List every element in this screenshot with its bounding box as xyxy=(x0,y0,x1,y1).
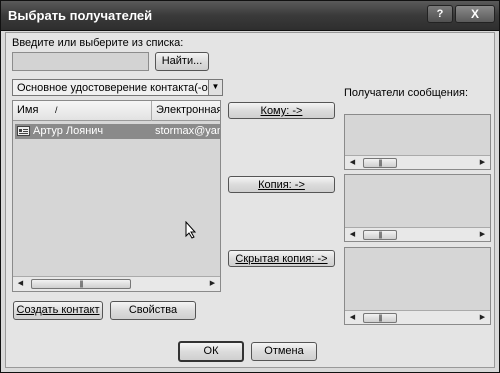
dialog-body: Введите или выберите из списка: Найти...… xyxy=(5,32,495,368)
scroll-right-icon[interactable]: ▶ xyxy=(205,277,220,291)
find-button[interactable]: Найти... xyxy=(155,52,209,71)
cancel-button[interactable]: Отмена xyxy=(251,342,317,361)
chevron-down-icon[interactable]: ▼ xyxy=(208,80,222,95)
column-name-header[interactable]: Имя / xyxy=(13,101,152,121)
column-email-header[interactable]: Электронная xyxy=(152,101,220,121)
to-recipients-box[interactable]: ◀ ||| ▶ xyxy=(344,114,491,170)
scroll-thumb[interactable]: ||| xyxy=(363,158,397,168)
bcc-hscroll[interactable]: ◀ ||| ▶ xyxy=(345,310,490,324)
help-button[interactable]: ? xyxy=(427,5,453,23)
scroll-thumb[interactable]: ||| xyxy=(363,313,397,323)
scroll-left-icon[interactable]: ◀ xyxy=(345,156,360,169)
title-bar: Выбрать получателей ? X xyxy=(1,1,499,31)
create-contact-label: Создать контакт xyxy=(16,304,100,316)
sort-indicator: / xyxy=(55,105,58,115)
scroll-left-icon[interactable]: ◀ xyxy=(13,277,28,291)
contacts-list[interactable]: Имя / Электронная Артур Лоянич stormax@y… xyxy=(12,100,221,292)
to-button-label: Кому: -> xyxy=(260,105,303,117)
properties-button[interactable]: Свойства xyxy=(110,301,196,320)
scroll-thumb[interactable]: ||| xyxy=(31,279,131,289)
scroll-left-icon[interactable]: ◀ xyxy=(345,311,360,324)
cc-hscroll[interactable]: ◀ ||| ▶ xyxy=(345,227,490,241)
contact-row[interactable]: Артур Лоянич stormax@yand xyxy=(15,124,220,139)
cc-button[interactable]: Копия: -> xyxy=(228,176,335,193)
contact-name: Артур Лоянич xyxy=(33,125,104,137)
recipients-label: Получатели сообщения: xyxy=(344,87,469,99)
create-contact-button[interactable]: Создать контакт xyxy=(13,301,103,320)
bcc-button[interactable]: Скрытая копия: -> xyxy=(228,250,335,267)
contacts-hscroll[interactable]: ◀ ||| ▶ xyxy=(13,276,220,291)
ok-button[interactable]: ОК xyxy=(178,341,244,362)
select-recipients-dialog: Выбрать получателей ? X Введите или выбе… xyxy=(0,0,500,373)
column-name-label: Имя xyxy=(17,104,39,116)
contact-card-icon xyxy=(17,126,30,136)
scroll-thumb[interactable]: ||| xyxy=(363,230,397,240)
mouse-cursor-icon xyxy=(185,220,197,242)
search-label: Введите или выберите из списка: xyxy=(12,37,184,49)
address-book-selected: Основное удостоверение контакта(-ов) xyxy=(17,82,218,94)
cc-button-label: Копия: -> xyxy=(258,179,305,191)
to-button[interactable]: Кому: -> xyxy=(228,102,335,119)
cc-recipients-box[interactable]: ◀ ||| ▶ xyxy=(344,174,491,242)
bcc-button-label: Скрытая копия: -> xyxy=(235,253,328,265)
scroll-right-icon[interactable]: ▶ xyxy=(475,156,490,169)
window-title: Выбрать получателей xyxy=(8,8,153,23)
search-input[interactable] xyxy=(12,52,149,71)
address-book-select[interactable]: Основное удостоверение контакта(-ов) ▼ xyxy=(12,79,223,96)
bcc-recipients-box[interactable]: ◀ ||| ▶ xyxy=(344,247,491,325)
scroll-right-icon[interactable]: ▶ xyxy=(475,311,490,324)
scroll-left-icon[interactable]: ◀ xyxy=(345,228,360,241)
scroll-right-icon[interactable]: ▶ xyxy=(475,228,490,241)
contact-email: stormax@yand xyxy=(155,125,220,137)
contacts-header: Имя / Электронная xyxy=(13,101,220,121)
close-button[interactable]: X xyxy=(455,5,495,23)
to-hscroll[interactable]: ◀ ||| ▶ xyxy=(345,155,490,169)
